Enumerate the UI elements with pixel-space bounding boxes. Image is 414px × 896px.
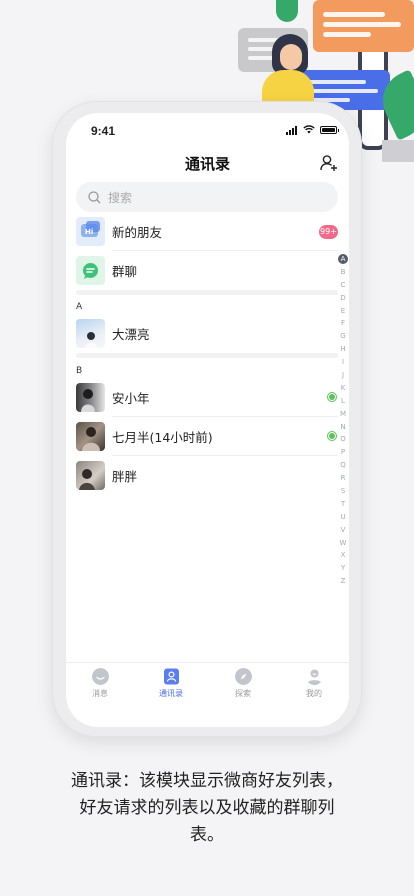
index-letter[interactable]: R	[336, 472, 349, 485]
search-icon	[88, 190, 101, 203]
feature-caption: 通讯录：该模块显示微商好友列表，好友请求的列表以及收藏的群聊列表。	[71, 771, 343, 845]
wifi-icon	[303, 125, 315, 134]
cellular-signal-icon	[286, 126, 297, 135]
add-user-icon[interactable]	[320, 154, 338, 172]
tab-label: 通讯录	[159, 689, 183, 698]
avatar	[76, 461, 105, 490]
index-letter[interactable]: O	[336, 433, 349, 446]
contact-item[interactable]: 胖胖	[66, 456, 338, 495]
index-letter[interactable]: S	[336, 485, 349, 498]
index-letter[interactable]: U	[336, 511, 349, 524]
index-letter[interactable]: Y	[336, 562, 349, 575]
index-letter[interactable]: I	[336, 356, 349, 369]
contacts-icon	[163, 668, 179, 685]
index-letter[interactable]: J	[336, 369, 349, 382]
section-divider	[76, 353, 338, 358]
index-letter[interactable]: F	[336, 317, 349, 330]
svg-text:Hi: Hi	[85, 228, 93, 236]
leaf-illustration	[276, 0, 298, 22]
message-icon	[91, 668, 109, 685]
contact-name: 安小年	[112, 391, 150, 406]
search-bar[interactable]: 搜索	[76, 182, 338, 212]
index-letter[interactable]: G	[336, 330, 349, 343]
index-letter[interactable]: A	[336, 253, 349, 266]
tab-label: 探索	[235, 689, 251, 698]
decoration	[382, 140, 414, 162]
chat-bubble-illustration	[313, 0, 414, 52]
index-letter[interactable]: M	[336, 408, 349, 421]
index-letter[interactable]: C	[336, 279, 349, 292]
contact-item[interactable]: 七月半(14小时前)	[66, 417, 338, 456]
tab-label: 消息	[92, 689, 108, 698]
index-letter[interactable]: K	[336, 382, 349, 395]
contact-name: 胖胖	[112, 469, 138, 484]
index-letter[interactable]: H	[336, 343, 349, 356]
section-header-b: B	[76, 366, 83, 376]
group-chat-label: 群聊	[112, 264, 138, 279]
battery-icon	[320, 126, 339, 134]
search-placeholder: 搜索	[108, 190, 133, 205]
status-time: 9:41	[91, 124, 116, 138]
page-title: 通讯录	[184, 155, 230, 173]
index-letter[interactable]: T	[336, 498, 349, 511]
index-letter[interactable]: P	[336, 446, 349, 459]
contact-name: 大漂亮	[112, 327, 150, 342]
avatar	[76, 422, 105, 451]
contact-name: 七月半(14小时前)	[112, 430, 213, 445]
new-friends-item[interactable]: Hi 新的朋友 99+	[66, 212, 338, 251]
tab-contacts[interactable]: 通讯录	[151, 668, 191, 699]
group-chat-icon	[76, 256, 105, 285]
index-letter[interactable]: N	[336, 421, 349, 434]
contact-item[interactable]: 大漂亮	[66, 314, 338, 353]
index-letter[interactable]: X	[336, 549, 349, 562]
person-illustration	[280, 44, 302, 70]
section-header-a: A	[76, 302, 83, 312]
tab-label: 我的	[306, 689, 322, 698]
tab-bar: 消息 通讯录 探索 我的	[66, 662, 349, 702]
unread-badge: 99+	[319, 224, 338, 239]
new-friends-icon: Hi	[76, 217, 105, 246]
new-friends-label: 新的朋友	[112, 225, 163, 240]
index-letter[interactable]: E	[336, 305, 349, 318]
tab-explore[interactable]: 探索	[223, 668, 263, 699]
contact-item[interactable]: 安小年	[66, 378, 338, 417]
tab-messages[interactable]: 消息	[80, 668, 120, 699]
index-letter[interactable]: Q	[336, 459, 349, 472]
index-letter[interactable]: V	[336, 524, 349, 537]
index-letter[interactable]: D	[336, 292, 349, 305]
section-divider	[76, 290, 338, 295]
group-chat-item[interactable]: 群聊	[66, 251, 338, 290]
index-letter[interactable]: Z	[336, 575, 349, 588]
compass-icon	[234, 668, 252, 685]
phone-screen: 9:41 通讯录 搜索 Hi 新的朋友 99+ 群聊 A 大漂亮 B 安小年 七…	[66, 113, 349, 727]
index-letter[interactable]: W	[336, 537, 349, 550]
status-bar: 9:41	[66, 113, 349, 149]
profile-icon	[306, 669, 322, 685]
index-letter[interactable]: B	[336, 266, 349, 279]
alphabet-index[interactable]: ABCDEFGHIJKLMNOPQRSTUVWXYZ	[336, 253, 349, 588]
index-letter[interactable]: L	[336, 395, 349, 408]
avatar	[76, 383, 105, 412]
tab-profile[interactable]: 我的	[294, 668, 334, 699]
avatar	[76, 319, 105, 348]
